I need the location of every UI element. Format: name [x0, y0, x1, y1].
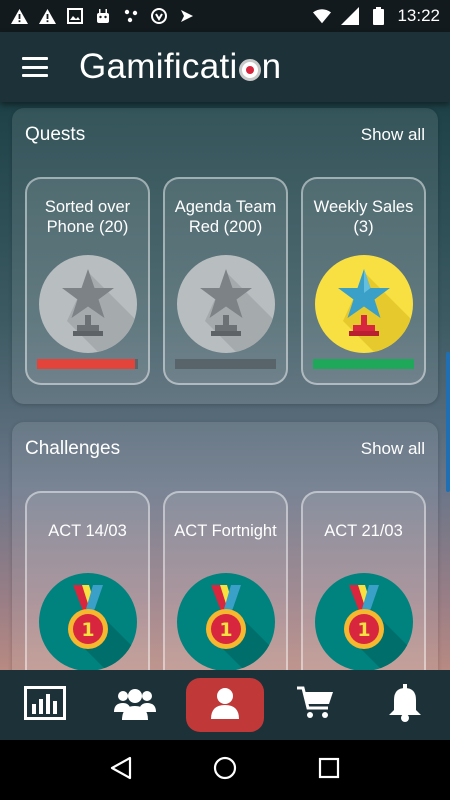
quest-card-label: Agenda Team Red (200)	[174, 198, 277, 236]
nav-profile-button[interactable]	[180, 670, 270, 740]
quest-card[interactable]: Sorted over Phone (20)	[25, 177, 150, 385]
bell-icon	[388, 683, 422, 727]
warning-icon	[38, 7, 56, 25]
challenges-header: Challenges Show all	[12, 422, 438, 476]
challenge-card[interactable]: ACT 14/03 1	[25, 491, 150, 670]
signal-icon	[341, 7, 360, 25]
system-status: 13:22	[313, 6, 440, 26]
quests-show-all-link[interactable]: Show all	[361, 125, 425, 145]
app-title: Gamificati n	[79, 47, 281, 87]
quests-title: Quests	[25, 124, 86, 145]
system-navigation-bar	[0, 740, 450, 800]
nav-notifications-button[interactable]	[360, 670, 450, 740]
stats-icon	[24, 685, 66, 725]
warning-icon	[10, 7, 28, 25]
medal-number: 1	[219, 619, 232, 641]
quest-progress-fill	[37, 359, 135, 369]
nav-cart-button[interactable]	[270, 670, 360, 740]
menu-icon[interactable]	[22, 57, 48, 77]
challenges-show-all-link[interactable]: Show all	[361, 439, 425, 459]
quest-card-label: Sorted over Phone (20)	[44, 198, 131, 236]
challenge-card-label: ACT Fortnight	[174, 522, 277, 540]
battery-icon	[369, 7, 387, 25]
medal-number: 1	[357, 619, 370, 641]
main-content[interactable]: Quests Show all Sorted over Phone (20) A…	[0, 102, 450, 670]
profile-icon	[209, 687, 241, 724]
quest-progress-bar	[175, 359, 276, 369]
grey-trophy-icon	[39, 255, 137, 353]
medal-icon: 1	[177, 573, 275, 670]
android-icon	[94, 7, 112, 25]
challenge-card-label: ACT 21/03	[324, 522, 403, 540]
quest-card-label: Weekly Sales (3)	[313, 198, 414, 236]
image-icon	[66, 7, 84, 25]
scrollbar[interactable]	[446, 352, 450, 492]
home-icon[interactable]	[213, 756, 237, 785]
quest-progress-fill	[313, 359, 414, 369]
challenge-card-label: ACT 14/03	[48, 522, 127, 540]
medal-number: 1	[81, 619, 94, 641]
challenge-card[interactable]: ACT Fortnight 1	[163, 491, 288, 670]
gold-trophy-icon	[315, 255, 413, 353]
quest-progress-bar	[37, 359, 138, 369]
target-logo-icon	[238, 59, 261, 81]
quest-card[interactable]: Weekly Sales (3)	[301, 177, 426, 385]
cart-icon	[296, 686, 334, 725]
challenges-title: Challenges	[25, 438, 121, 459]
status-bar: 13:22	[0, 0, 450, 32]
grey-trophy-icon	[177, 255, 275, 353]
shield-icon	[150, 7, 168, 25]
nav-team-button[interactable]	[90, 670, 180, 740]
quests-section: Quests Show all Sorted over Phone (20) A…	[12, 108, 438, 404]
recents-icon[interactable]	[318, 757, 340, 784]
quest-card[interactable]: Agenda Team Red (200)	[163, 177, 288, 385]
medal-icon: 1	[315, 573, 413, 670]
wifi-icon	[313, 7, 332, 25]
quests-header: Quests Show all	[12, 108, 438, 162]
app-bar: Gamificati n	[0, 32, 450, 102]
team-icon	[113, 686, 157, 725]
quest-progress-bar	[313, 359, 414, 369]
send-icon	[178, 7, 196, 25]
dots-icon	[122, 7, 140, 25]
notification-icons	[10, 7, 196, 25]
status-time: 13:22	[397, 6, 440, 25]
nav-active-indicator	[186, 678, 264, 732]
bottom-nav	[0, 670, 450, 740]
challenge-card[interactable]: ACT 21/03 1	[301, 491, 426, 670]
nav-stats-button[interactable]	[0, 670, 90, 740]
back-icon[interactable]	[110, 756, 132, 785]
medal-icon: 1	[39, 573, 137, 670]
app-title-text-start: Gamificati	[79, 47, 238, 86]
app-title-text-end: n	[261, 47, 282, 86]
challenges-section: Challenges Show all ACT 14/03 1 ACT Fort…	[12, 422, 438, 670]
